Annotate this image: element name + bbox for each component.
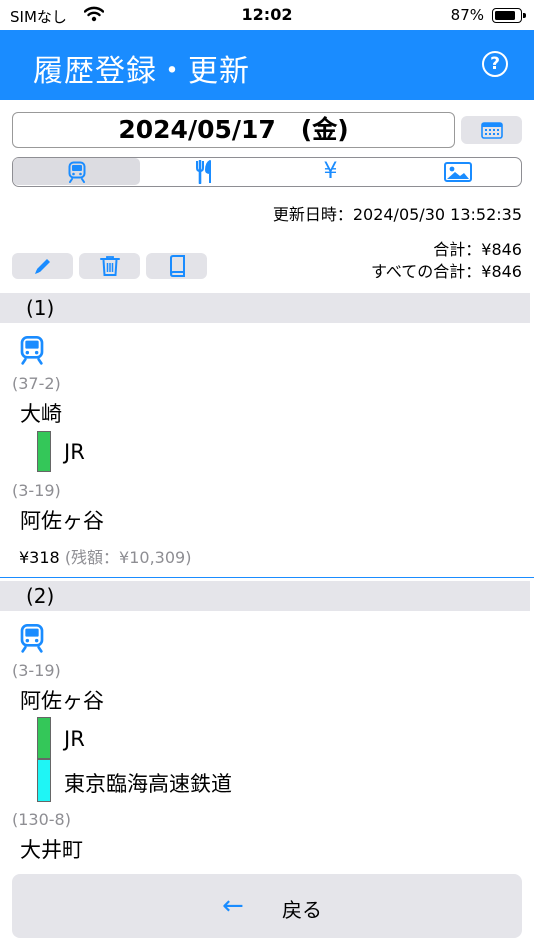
back-label: 戻る: [282, 898, 322, 922]
line-color-bar: [37, 431, 51, 472]
line-color-bar: [37, 717, 51, 759]
nav-bar: 履歴登録・更新 ?: [0, 30, 534, 100]
line-color-bar: [37, 759, 51, 802]
trash-icon: [99, 256, 120, 276]
back-button[interactable]: ← 戻る: [12, 874, 522, 938]
line-name: JR: [64, 440, 85, 464]
line-name: JR: [64, 727, 85, 751]
station-name: 大崎: [20, 402, 62, 426]
train-icon: [20, 336, 44, 365]
station-code: (3-19): [12, 661, 61, 680]
edit-button[interactable]: [12, 253, 73, 279]
calendar-button[interactable]: [461, 116, 522, 144]
help-icon[interactable]: ?: [482, 51, 508, 77]
train-icon: [68, 161, 85, 183]
record-header: (2): [0, 581, 530, 611]
fare-line: ¥318 (残額：¥10,309): [19, 544, 191, 568]
station-name: 大井町: [20, 838, 83, 862]
station-name: 阿佐ヶ谷: [20, 689, 104, 713]
delete-button[interactable]: [79, 253, 140, 279]
station-name: 阿佐ヶ谷: [20, 509, 104, 533]
yen-icon: ¥: [323, 159, 338, 184]
record-number: (2): [26, 584, 55, 608]
tab-food[interactable]: [140, 158, 267, 185]
calendar-icon: [481, 122, 503, 139]
tab-money[interactable]: ¥: [267, 158, 394, 185]
category-tabs: ¥: [12, 157, 522, 187]
book-button[interactable]: [146, 253, 207, 279]
record-header: (1): [0, 293, 530, 323]
pencil-icon: [34, 259, 50, 274]
station-code: (37-2): [12, 374, 61, 393]
page-title: 履歴登録・更新: [33, 54, 250, 89]
status-bar: SIMなし 12:02 87%: [0, 0, 534, 30]
grand-total-amount: すべての合計：¥846: [371, 262, 522, 281]
fork-knife-icon: [195, 159, 211, 184]
battery-percent: 87%: [450, 6, 484, 24]
date-display[interactable]: 2024/05/17 (金): [12, 112, 455, 148]
book-icon: [169, 255, 185, 277]
line-name: 東京臨海高速鉄道: [64, 772, 232, 796]
fare-amount: ¥318: [19, 548, 60, 567]
record-number: (1): [26, 296, 55, 320]
total-amount: 合計：¥846: [433, 240, 522, 259]
station-code: (130-8): [12, 810, 71, 829]
tab-train[interactable]: [13, 158, 140, 185]
battery-icon: [492, 8, 526, 23]
updated-timestamp: 更新日時：2024/05/30 13:52:35: [272, 205, 522, 224]
station-code: (3-19): [12, 481, 61, 500]
train-icon: [20, 624, 44, 653]
tab-photo[interactable]: [394, 158, 521, 185]
record-divider: [0, 577, 534, 578]
balance-amount: (残額：¥10,309): [64, 548, 192, 567]
arrow-left-icon: ←: [222, 891, 244, 921]
image-icon: [443, 161, 472, 182]
